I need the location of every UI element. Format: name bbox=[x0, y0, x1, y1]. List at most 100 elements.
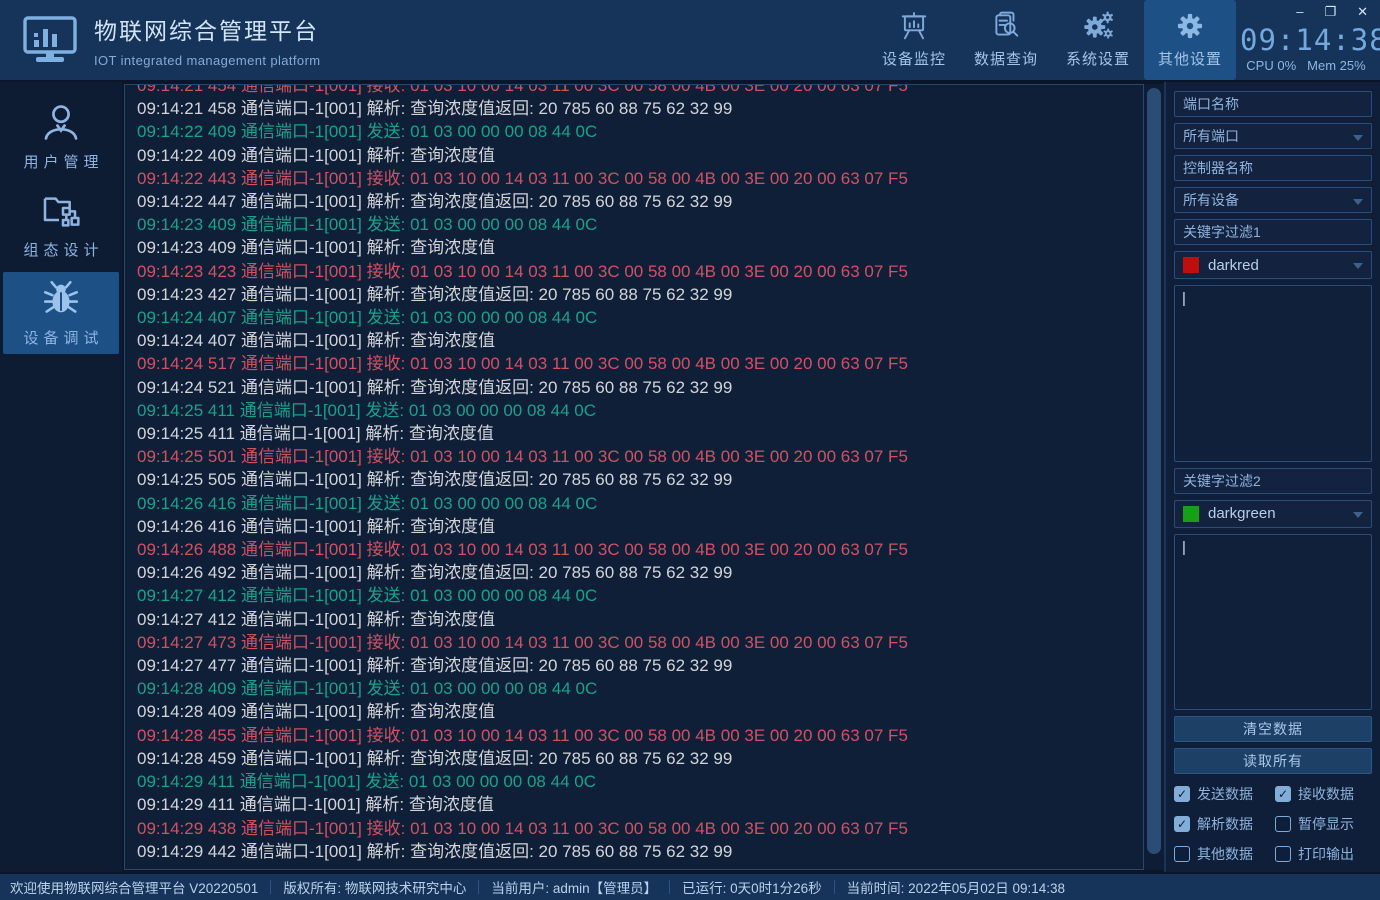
nav-label: 其他设置 bbox=[1158, 48, 1222, 69]
chevron-down-icon bbox=[1353, 512, 1363, 518]
keyword2-color-swatch bbox=[1183, 506, 1199, 522]
sidebar-item-user-management[interactable]: 用户管理 bbox=[3, 96, 119, 178]
log-panel[interactable]: 09:14:21 454 通信端口-1[001] 接收: 01 03 10 00… bbox=[124, 84, 1144, 870]
log-entry: 09:14:27 412 通信端口-1[001] 发送: 01 03 00 00… bbox=[137, 584, 1143, 607]
keyword2-color-select[interactable]: darkgreen bbox=[1174, 500, 1372, 528]
nav-item-system-settings[interactable]: 系统设置 bbox=[1052, 0, 1144, 80]
sidebar-item-label: 用户管理 bbox=[18, 151, 103, 172]
checkbox-label: 发送数据 bbox=[1197, 784, 1253, 804]
log-entry: 09:14:26 488 通信端口-1[001] 接收: 01 03 10 00… bbox=[137, 538, 1143, 561]
checkbox-label: 接收数据 bbox=[1298, 784, 1354, 804]
filter-checkbox[interactable]: ✓ 接收数据 bbox=[1275, 784, 1372, 804]
log-entry: 09:14:27 412 通信端口-1[001] 解析: 查询浓度值 bbox=[137, 608, 1143, 631]
keyword-filter2-label: 关键字过滤2 bbox=[1174, 468, 1372, 494]
data-type-checkbox-group: ✓ 发送数据 ✓ 接收数据 ✓ 解析数据 ✓ 暂停显示 ✓ 其他数据 bbox=[1174, 780, 1372, 866]
cpu-usage: CPU 0% bbox=[1246, 58, 1296, 73]
log-entry: 09:14:25 501 通信端口-1[001] 接收: 01 03 10 00… bbox=[137, 445, 1143, 468]
log-entry: 09:14:23 427 通信端口-1[001] 解析: 查询浓度值返回: 20… bbox=[137, 283, 1143, 306]
status-current-time: 当前时间: 2022年05月02日 09:14:38 bbox=[847, 877, 1065, 897]
log-entry: 09:14:26 416 通信端口-1[001] 解析: 查询浓度值 bbox=[137, 515, 1143, 538]
digital-clock: 09:14:38 bbox=[1240, 23, 1372, 57]
keyword2-textarea[interactable]: | bbox=[1174, 534, 1372, 711]
log-entry: 09:14:26 492 通信端口-1[001] 解析: 查询浓度值返回: 20… bbox=[137, 561, 1143, 584]
title-block: 物联网综合管理平台 IOT integrated management plat… bbox=[94, 12, 321, 68]
main-area: 用户管理 组态设计 bbox=[0, 82, 1380, 872]
system-stats: CPU 0% Mem 25% bbox=[1240, 58, 1372, 73]
log-entry: 09:14:29 411 通信端口-1[001] 解析: 查询浓度值 bbox=[137, 793, 1143, 816]
read-all-button[interactable]: 读取所有 bbox=[1174, 748, 1372, 774]
filter-checkbox[interactable]: ✓ 发送数据 bbox=[1174, 784, 1271, 804]
log-entry: 09:14:21 454 通信端口-1[001] 接收: 01 03 10 00… bbox=[137, 84, 1143, 97]
log-entry: 09:14:26 416 通信端口-1[001] 发送: 01 03 00 00… bbox=[137, 492, 1143, 515]
log-entry: 09:14:24 407 通信端口-1[001] 发送: 01 03 00 00… bbox=[137, 306, 1143, 329]
app-title: 物联网综合管理平台 bbox=[94, 12, 321, 46]
filter-checkbox[interactable]: ✓ 解析数据 bbox=[1174, 814, 1271, 834]
log-entry: 09:14:23 423 通信端口-1[001] 接收: 01 03 10 00… bbox=[137, 260, 1143, 283]
window-controls: – ❐ ✕ bbox=[1296, 5, 1368, 18]
close-icon[interactable]: ✕ bbox=[1357, 5, 1368, 18]
log-entry: 09:14:22 447 通信端口-1[001] 解析: 查询浓度值返回: 20… bbox=[137, 190, 1143, 213]
log-entry: 09:14:22 409 通信端口-1[001] 解析: 查询浓度值 bbox=[137, 144, 1143, 167]
gear-icon bbox=[1175, 11, 1205, 41]
log-entry: 09:14:24 521 通信端口-1[001] 解析: 查询浓度值返回: 20… bbox=[137, 376, 1143, 399]
checkbox-box[interactable]: ✓ bbox=[1275, 786, 1291, 802]
chevron-down-icon bbox=[1353, 199, 1363, 205]
nav-item-data-query[interactable]: 数据查询 bbox=[960, 0, 1052, 80]
log-entry: 09:14:29 438 通信端口-1[001] 接收: 01 03 10 00… bbox=[137, 817, 1143, 840]
scrollbar-thumb[interactable] bbox=[1147, 88, 1161, 854]
log-entry: 09:14:25 411 通信端口-1[001] 解析: 查询浓度值 bbox=[137, 422, 1143, 445]
clear-data-button[interactable]: 清空数据 bbox=[1174, 716, 1372, 742]
status-current-user: 当前用户: admin【管理员】 bbox=[491, 877, 657, 897]
checkbox-label: 解析数据 bbox=[1197, 814, 1253, 834]
nav-item-device-monitor[interactable]: 设备监控 bbox=[868, 0, 960, 80]
device-select[interactable]: 所有设备 bbox=[1174, 187, 1372, 213]
checkbox-box[interactable]: ✓ bbox=[1275, 846, 1291, 862]
log-entry: 09:14:28 459 通信端口-1[001] 解析: 查询浓度值返回: 20… bbox=[137, 747, 1143, 770]
checkbox-label: 暂停显示 bbox=[1298, 814, 1354, 834]
log-scrollbar[interactable] bbox=[1144, 84, 1164, 870]
log-entry: 09:14:28 455 通信端口-1[001] 接收: 01 03 10 00… bbox=[137, 724, 1143, 747]
log-entry: 09:14:22 409 通信端口-1[001] 发送: 01 03 00 00… bbox=[137, 120, 1143, 143]
sidebar-item-label: 组态设计 bbox=[18, 239, 103, 260]
status-bar: 欢迎使用物联网综合管理平台 V20220501 版权所有: 物联网技术研究中心 … bbox=[0, 872, 1380, 900]
app-subtitle: IOT integrated management platform bbox=[94, 53, 321, 68]
keyword1-textarea[interactable]: | bbox=[1174, 285, 1372, 462]
check-icon: ✓ bbox=[1177, 818, 1187, 830]
keyword1-color-swatch bbox=[1183, 257, 1199, 273]
checkbox-box[interactable]: ✓ bbox=[1174, 816, 1190, 832]
checkbox-label: 打印输出 bbox=[1298, 844, 1354, 864]
filter-checkbox[interactable]: ✓ 其他数据 bbox=[1174, 844, 1271, 864]
log-entry: 09:14:29 411 通信端口-1[001] 发送: 01 03 00 00… bbox=[137, 770, 1143, 793]
divider bbox=[270, 880, 271, 894]
filter-checkbox[interactable]: ✓ 暂停显示 bbox=[1275, 814, 1372, 834]
checkbox-box[interactable]: ✓ bbox=[1275, 816, 1291, 832]
maximize-icon[interactable]: ❐ bbox=[1324, 5, 1336, 18]
clock-block: – ❐ ✕ 09:14:38 CPU 0% Mem 25% bbox=[1240, 0, 1372, 80]
minimize-icon[interactable]: – bbox=[1296, 5, 1303, 18]
checkbox-box[interactable]: ✓ bbox=[1174, 786, 1190, 802]
monitor-board-icon bbox=[899, 11, 929, 41]
port-select-value: 所有端口 bbox=[1183, 126, 1239, 146]
status-welcome: 欢迎使用物联网综合管理平台 V20220501 bbox=[10, 877, 258, 897]
nav-label: 数据查询 bbox=[974, 48, 1038, 69]
log-entry: 09:14:25 505 通信端口-1[001] 解析: 查询浓度值返回: 20… bbox=[137, 468, 1143, 491]
sidebar-item-config-design[interactable]: 组态设计 bbox=[3, 184, 119, 266]
checkbox-label: 其他数据 bbox=[1197, 844, 1253, 864]
config-design-icon bbox=[41, 190, 81, 230]
checkbox-box[interactable]: ✓ bbox=[1174, 846, 1190, 862]
log-entry: 09:14:28 409 通信端口-1[001] 解析: 查询浓度值 bbox=[137, 700, 1143, 723]
filter-checkbox[interactable]: ✓ 打印输出 bbox=[1275, 844, 1372, 864]
nav-label: 系统设置 bbox=[1066, 48, 1130, 69]
nav-item-other-settings[interactable]: 其他设置 bbox=[1144, 0, 1236, 80]
port-select[interactable]: 所有端口 bbox=[1174, 123, 1372, 149]
keyword1-color-select[interactable]: darkred bbox=[1174, 251, 1372, 279]
mem-usage: Mem 25% bbox=[1307, 58, 1366, 73]
port-name-label: 端口名称 bbox=[1174, 91, 1372, 117]
chevron-down-icon bbox=[1353, 263, 1363, 269]
data-query-icon bbox=[991, 11, 1021, 41]
gears-icon bbox=[1083, 11, 1113, 41]
sidebar-item-device-debug[interactable]: 设备调试 bbox=[3, 272, 119, 354]
filter-panel: 端口名称 所有端口 控制器名称 所有设备 关键字过滤1 darkred | 关键… bbox=[1164, 82, 1380, 872]
log-entry: 09:14:23 409 通信端口-1[001] 解析: 查询浓度值 bbox=[137, 236, 1143, 259]
bug-icon bbox=[41, 278, 81, 318]
